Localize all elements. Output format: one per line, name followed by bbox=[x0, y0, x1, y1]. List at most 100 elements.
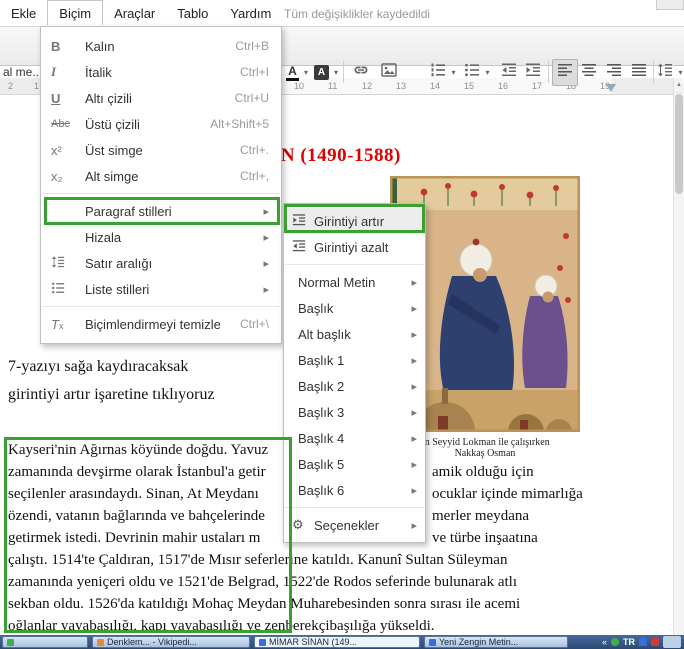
submenu-arrow-icon: ▸ bbox=[411, 354, 417, 367]
style-dropdown-value: al me... bbox=[3, 65, 43, 79]
menu-tablo[interactable]: Tablo bbox=[166, 1, 219, 25]
chevron-down-icon: ▾ bbox=[333, 68, 338, 77]
menu-separator bbox=[285, 264, 424, 265]
submenu-item-secenekler[interactable]: ⚙ Seçenekler ▸ bbox=[284, 512, 425, 538]
app-icon bbox=[97, 638, 104, 646]
language-indicator[interactable]: TR bbox=[623, 637, 635, 647]
tray-keyboard-icon[interactable] bbox=[639, 638, 647, 646]
indent-decrease-icon bbox=[501, 62, 517, 83]
menu-item-kalin[interactable]: B Kalın Ctrl+B bbox=[41, 33, 281, 59]
align-left-button[interactable] bbox=[552, 59, 578, 86]
clock-fragment bbox=[663, 636, 681, 648]
format-menu: B Kalın Ctrl+B I İtalik Ctrl+I U Altı çi… bbox=[40, 26, 282, 344]
align-center-button[interactable] bbox=[577, 60, 601, 85]
highlight-color-button[interactable]: A ▾ bbox=[312, 60, 340, 85]
menu-separator bbox=[285, 507, 424, 508]
gear-icon: ⚙ bbox=[292, 517, 304, 533]
submenu-arrow-icon: ▸ bbox=[411, 276, 417, 289]
scroll-up-button[interactable]: ▲ bbox=[674, 78, 684, 93]
paragraph-styles-submenu: Girintiyi artır Girintiyi azalt Normal M… bbox=[283, 203, 426, 543]
menu-bicim[interactable]: Biçim bbox=[47, 0, 104, 25]
menu-item-liste-stilleri[interactable]: Liste stilleri ▸ bbox=[41, 276, 281, 302]
submenu-item-baslik-3[interactable]: Başlık 3 ▸ bbox=[284, 399, 425, 425]
toolbar-divider bbox=[548, 61, 549, 83]
submenu-item-baslik[interactable]: Başlık ▸ bbox=[284, 295, 425, 321]
submenu-item-normal-metin[interactable]: Normal Metin ▸ bbox=[284, 269, 425, 295]
tray-green-status-icon[interactable] bbox=[611, 638, 619, 646]
submenu-arrow-icon: ▸ bbox=[411, 458, 417, 471]
submenu-arrow-icon: ▸ bbox=[411, 484, 417, 497]
submenu-arrow-icon: ▸ bbox=[263, 283, 269, 296]
taskbar-button-yeni-zengin-metin[interactable]: Yeni Zengin Metin... bbox=[424, 636, 568, 648]
menu-item-alti-cizili[interactable]: U Altı çizili Ctrl+U bbox=[41, 85, 281, 111]
menu-item-hizala[interactable]: Hizala ▸ bbox=[41, 224, 281, 250]
submenu-arrow-icon: ▸ bbox=[411, 519, 417, 532]
clear-formatting-icon: Tx bbox=[51, 316, 64, 332]
subscript-icon: x₂ bbox=[51, 168, 63, 184]
taskbar-button-vikipedi[interactable]: Denklem... - Vikipedi... bbox=[92, 636, 250, 648]
align-left-icon bbox=[557, 62, 573, 83]
menu-item-satir-araligi[interactable]: Satır aralığı ▸ bbox=[41, 250, 281, 276]
link-icon bbox=[353, 62, 369, 83]
menu-bar: Ekle Biçim Araçlar Tablo Yardım Tüm değişikl… bbox=[0, 0, 684, 26]
line-spacing-icon bbox=[657, 62, 673, 83]
menu-item-italik[interactable]: I İtalik Ctrl+I bbox=[41, 59, 281, 85]
bold-icon: B bbox=[51, 38, 61, 54]
insert-link-button[interactable] bbox=[348, 60, 374, 85]
submenu-item-baslik-1[interactable]: Başlık 1 ▸ bbox=[284, 347, 425, 373]
menu-ekle[interactable]: Ekle bbox=[0, 1, 47, 25]
top-right-button-fragment bbox=[656, 0, 684, 10]
menu-item-ustu-cizili[interactable]: Abc Üstü çizili Alt+Shift+5 bbox=[41, 111, 281, 137]
annotation-box-girintiyi-artir bbox=[284, 204, 425, 233]
annotation-note-line-1: 7-yazıyı sağa kaydıracaksak bbox=[8, 358, 189, 375]
menu-araclar[interactable]: Araçlar bbox=[103, 1, 166, 25]
taskbar-button-partial[interactable] bbox=[2, 636, 88, 648]
taskbar-button-mimar-sinan[interactable]: MİMAR SİNAN (149... bbox=[254, 636, 420, 648]
tray-chevron-icon[interactable]: « bbox=[602, 637, 607, 647]
right-indent-marker[interactable] bbox=[606, 84, 616, 92]
scrollbar[interactable]: ▲ bbox=[673, 78, 684, 635]
submenu-item-alt-baslik[interactable]: Alt başlık ▸ bbox=[284, 321, 425, 347]
underline-icon: U bbox=[51, 90, 61, 106]
bulleted-list-button[interactable]: ▾ bbox=[462, 60, 492, 85]
submenu-arrow-icon: ▸ bbox=[411, 380, 417, 393]
app-icon bbox=[429, 638, 436, 646]
submenu-arrow-icon: ▸ bbox=[411, 432, 417, 445]
chevron-down-icon: ▾ bbox=[485, 68, 490, 77]
submenu-item-girintiyi-azalt[interactable]: Girintiyi azalt bbox=[284, 234, 425, 260]
submenu-item-baslik-4[interactable]: Başlık 4 ▸ bbox=[284, 425, 425, 451]
strikethrough-icon: Abc bbox=[51, 118, 70, 130]
submenu-item-baslik-5[interactable]: Başlık 5 ▸ bbox=[284, 451, 425, 477]
annotation-box-paragraf-stilleri bbox=[44, 197, 280, 225]
bulleted-list-icon bbox=[464, 62, 480, 83]
align-right-button[interactable] bbox=[602, 60, 626, 85]
taskbar: Denklem... - Vikipedi... MİMAR SİNAN (14… bbox=[0, 635, 684, 649]
insert-image-button[interactable] bbox=[376, 60, 402, 85]
menu-item-bicimlendirmeyi-temizle[interactable]: Tx Biçimlendirmeyi temizle Ctrl+\ bbox=[41, 311, 281, 337]
annotation-box-paragraph bbox=[4, 437, 292, 633]
submenu-item-baslik-6[interactable]: Başlık 6 ▸ bbox=[284, 477, 425, 503]
submenu-item-baslik-2[interactable]: Başlık 2 ▸ bbox=[284, 373, 425, 399]
google-docs-window: Ekle Biçim Araçlar Tablo Yardım Tüm değişikl… bbox=[0, 0, 684, 649]
highlight-color-icon: A bbox=[313, 65, 329, 80]
increase-indent-button[interactable] bbox=[520, 60, 546, 85]
text-color-icon: A bbox=[285, 65, 299, 81]
superscript-icon: x² bbox=[51, 142, 62, 158]
numbered-list-button[interactable]: ▾ bbox=[428, 60, 458, 85]
align-justify-button[interactable] bbox=[627, 60, 651, 85]
menu-item-alt-simge[interactable]: x₂ Alt simge Ctrl+, bbox=[41, 163, 281, 189]
chevron-down-icon: ▾ bbox=[451, 68, 456, 77]
menu-item-ust-simge[interactable]: x² Üst simge Ctrl+. bbox=[41, 137, 281, 163]
menu-separator bbox=[42, 193, 280, 194]
align-justify-icon bbox=[631, 62, 647, 83]
submenu-arrow-icon: ▸ bbox=[411, 328, 417, 341]
annotation-note-line-2: girintiyi artır işaretine tıklıyoruz bbox=[8, 386, 215, 403]
toolbar-divider bbox=[343, 61, 344, 83]
scrollbar-thumb[interactable] bbox=[675, 94, 683, 194]
decrease-indent-button[interactable] bbox=[496, 60, 522, 85]
tray-app-icon[interactable] bbox=[651, 638, 659, 646]
numbered-list-icon bbox=[430, 62, 446, 83]
text-color-button[interactable]: A ▾ bbox=[282, 60, 312, 85]
menu-yardim[interactable]: Yardım bbox=[219, 1, 282, 25]
submenu-arrow-icon: ▸ bbox=[411, 406, 417, 419]
